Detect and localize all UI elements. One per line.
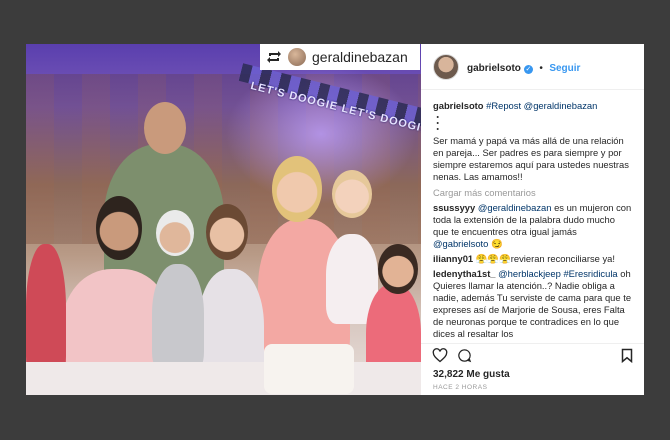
follow-button[interactable]: Seguir [549, 63, 580, 74]
header-username[interactable]: gabrielsoto [467, 63, 521, 74]
repost-hashtag[interactable]: #Repost [486, 100, 521, 111]
comment-username[interactable]: ledenytha1st_ [433, 268, 496, 279]
comment: ledenytha1st_ @herblackjeep #Eresridicul… [433, 268, 632, 340]
comment: ilianny01 😤😤😤revieran reconciliarse ya! [433, 253, 632, 265]
comment-mention[interactable]: @gabrielsoto [433, 238, 488, 249]
comment: ssussyyy @geraldinebazan es un mujeron c… [433, 202, 632, 250]
action-bar [421, 343, 644, 367]
heart-icon[interactable] [432, 348, 448, 363]
repost-overlay: geraldinebazan [260, 44, 420, 70]
verified-check-icon: ✓ [523, 64, 533, 74]
repost-username: geraldinebazan [312, 49, 408, 65]
header-separator: • [539, 62, 543, 74]
woman-head [272, 156, 322, 222]
child-held-head [332, 170, 372, 218]
dot-3: ・ [433, 124, 443, 135]
bookmark-icon[interactable] [621, 348, 633, 363]
comments-area: gabrielsoto #Repost @geraldinebazan ・ ・ … [421, 90, 644, 343]
birthday-cake [264, 344, 354, 394]
comment-icon[interactable] [457, 348, 472, 363]
comment-text: 😏 [488, 238, 503, 249]
likes-count[interactable]: 32,822 Me gusta [421, 367, 644, 381]
boy-head [156, 210, 194, 256]
caption: gabrielsoto #Repost @geraldinebazan [433, 100, 632, 112]
caption-text: Ser mamá y papá va más allá de una relac… [433, 135, 629, 182]
party-table [26, 362, 421, 395]
comment-hashtag[interactable]: #Eresridicula [563, 268, 617, 279]
girl-middle-head [206, 204, 248, 260]
load-more-comments[interactable]: Cargar más comentarios [433, 187, 632, 199]
post-photo[interactable]: LET'S DOOGIE LET'S DOOGIE geraldinebazan [26, 44, 421, 395]
girl-right-head [378, 244, 418, 294]
caption-mention[interactable]: @geraldinebazan [524, 100, 598, 111]
post-header: gabrielsoto ✓ • Seguir [421, 44, 644, 90]
comment-mention[interactable]: @geraldinebazan [478, 202, 552, 213]
repost-icon [267, 51, 281, 63]
instagram-post: LET'S DOOGIE LET'S DOOGIE geraldinebazan [26, 44, 644, 395]
man-head [144, 102, 186, 154]
caption-username[interactable]: gabrielsoto [433, 100, 484, 111]
avatar[interactable] [433, 53, 459, 80]
comment-username[interactable]: ssussyyy [433, 202, 475, 213]
caption-dots: ・ ・ ・ [433, 113, 632, 135]
comment-mention[interactable]: @herblackjeep [498, 268, 561, 279]
comment-text: 😤😤😤revieran reconciliarse ya! [475, 253, 615, 264]
repost-avatar [288, 48, 306, 66]
timestamp[interactable]: HACE 2 HORAS [421, 381, 644, 395]
boy-figure [152, 264, 204, 374]
comment-username[interactable]: ilianny01 [433, 253, 473, 264]
girl-left-head [96, 196, 142, 260]
post-sidebar: gabrielsoto ✓ • Seguir gabrielsoto #Repos… [421, 44, 644, 395]
